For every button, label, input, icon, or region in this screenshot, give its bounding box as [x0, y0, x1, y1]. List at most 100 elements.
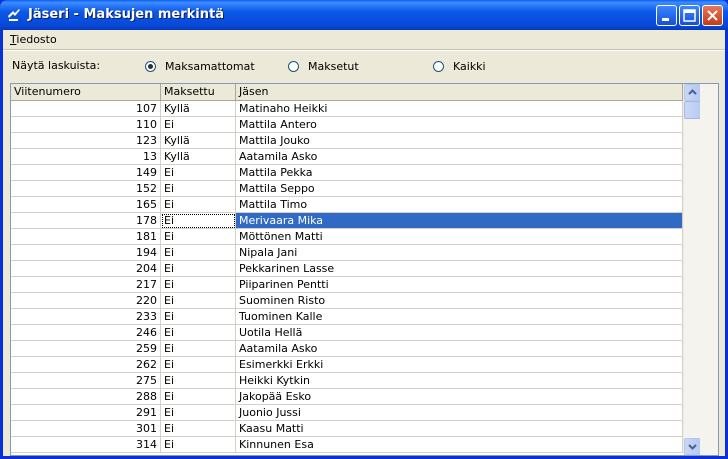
table-row[interactable]: 291 Ei Juonio Jussi	[11, 405, 683, 421]
cell-reference[interactable]: 110	[11, 117, 161, 133]
minimize-button[interactable]	[656, 5, 677, 26]
table-row[interactable]: 220 Ei Suominen Risto	[11, 293, 683, 309]
invoice-grid[interactable]: Viitenumero Maksettu Jäsen 107 Kyllä Matin…	[10, 83, 719, 456]
table-row[interactable]: 13 Kyllä Aatamila Asko	[11, 149, 683, 165]
column-header-member[interactable]: Jäsen	[236, 84, 683, 100]
table-row[interactable]: 110 Ei Mattila Antero	[11, 117, 683, 133]
maximize-button[interactable]	[679, 5, 700, 26]
radio-all[interactable]: Kaikki	[433, 59, 486, 73]
cell-member[interactable]: Matinaho Heikki	[236, 101, 683, 117]
cell-member[interactable]: Juonio Jussi	[236, 405, 683, 421]
cell-member[interactable]: Möttönen Matti	[236, 229, 683, 245]
cell-paid[interactable]: Ei	[161, 181, 236, 197]
cell-paid[interactable]: Ei	[161, 341, 236, 357]
cell-member[interactable]: Piiparinen Pentti	[236, 277, 683, 293]
cell-reference[interactable]: 194	[11, 245, 161, 261]
table-row[interactable]: 246 Ei Uotila Hellä	[11, 325, 683, 341]
cell-member[interactable]: Kaasu Matti	[236, 421, 683, 437]
cell-reference[interactable]: 165	[11, 197, 161, 213]
table-row[interactable]: 152 Ei Mattila Seppo	[11, 181, 683, 197]
cell-paid[interactable]: Ei	[161, 245, 236, 261]
cell-member[interactable]: Aatamila Asko	[236, 149, 683, 165]
table-row[interactable]: 217 Ei Piiparinen Pentti	[11, 277, 683, 293]
cell-paid[interactable]: Kyllä	[161, 101, 236, 117]
cell-reference[interactable]: 181	[11, 229, 161, 245]
cell-paid[interactable]: Ei	[161, 405, 236, 421]
cell-member[interactable]: Mattila Seppo	[236, 181, 683, 197]
cell-member[interactable]: Suominen Risto	[236, 293, 683, 309]
cell-reference[interactable]: 204	[11, 261, 161, 277]
cell-paid[interactable]: Ei	[161, 389, 236, 405]
table-row[interactable]: 275 Ei Heikki Kytkin	[11, 373, 683, 389]
cell-reference[interactable]: 246	[11, 325, 161, 341]
cell-paid[interactable]: Ei	[161, 309, 236, 325]
cell-member[interactable]: Aatamila Asko	[236, 341, 683, 357]
radio-unpaid[interactable]: Maksamattomat	[145, 59, 255, 73]
cell-reference[interactable]: 288	[11, 389, 161, 405]
cell-member[interactable]: Esimerkki Erkki	[236, 357, 683, 373]
cell-member[interactable]: Jakopää Esko	[236, 389, 683, 405]
cell-paid[interactable]: Ei	[161, 437, 236, 453]
scroll-up-button[interactable]	[684, 84, 701, 101]
cell-reference[interactable]: 13	[11, 149, 161, 165]
table-row[interactable]: 194 Ei Nipala Jani	[11, 245, 683, 261]
scroll-down-button[interactable]	[684, 438, 701, 455]
cell-member[interactable]: Kinnunen Esa	[236, 437, 683, 453]
cell-reference[interactable]: 262	[11, 357, 161, 373]
cell-reference[interactable]: 314	[11, 437, 161, 453]
cell-paid[interactable]: Kyllä	[161, 149, 236, 165]
cell-paid[interactable]: Ei	[161, 277, 236, 293]
cell-member[interactable]: Nipala Jani	[236, 245, 683, 261]
cell-reference[interactable]: 291	[11, 405, 161, 421]
cell-paid[interactable]: Ei	[161, 229, 236, 245]
table-row[interactable]: 288 Ei Jakopää Esko	[11, 389, 683, 405]
menu-file[interactable]: Tiedosto	[10, 33, 57, 46]
cell-paid[interactable]: Ei	[161, 117, 236, 133]
cell-paid[interactable]: Ei	[161, 421, 236, 437]
cell-paid[interactable]: Ei	[161, 213, 236, 229]
radio-paid[interactable]: Maksetut	[288, 59, 359, 73]
cell-member[interactable]: Mattila Pekka	[236, 165, 683, 181]
cell-paid[interactable]: Ei	[161, 357, 236, 373]
column-header-paid[interactable]: Maksettu	[161, 84, 236, 100]
cell-member[interactable]: Tuominen Kalle	[236, 309, 683, 325]
cell-reference[interactable]: 149	[11, 165, 161, 181]
table-row[interactable]: 262 Ei Esimerkki Erkki	[11, 357, 683, 373]
cell-reference[interactable]: 259	[11, 341, 161, 357]
cell-member[interactable]: Mattila Antero	[236, 117, 683, 133]
cell-paid[interactable]: Kyllä	[161, 133, 236, 149]
cell-member[interactable]: Pekkarinen Lasse	[236, 261, 683, 277]
table-row[interactable]: 301 Ei Kaasu Matti	[11, 421, 683, 437]
table-row[interactable]: 123 Kyllä Mattila Jouko	[11, 133, 683, 149]
radio-unpaid-dot[interactable]	[145, 60, 156, 72]
cell-reference[interactable]: 152	[11, 181, 161, 197]
table-row[interactable]: 149 Ei Mattila Pekka	[11, 165, 683, 181]
cell-paid[interactable]: Ei	[161, 293, 236, 309]
radio-paid-dot[interactable]	[288, 60, 299, 72]
vertical-scrollbar[interactable]	[683, 84, 701, 455]
table-row[interactable]: 178 Ei Merivaara Mika	[11, 213, 683, 229]
table-row[interactable]: 181 Ei Möttönen Matti	[11, 229, 683, 245]
title-bar[interactable]: Jäseri - Maksujen merkintä	[0, 0, 728, 30]
cell-reference[interactable]: 178	[11, 213, 161, 229]
cell-reference[interactable]: 233	[11, 309, 161, 325]
table-row[interactable]: 204 Ei Pekkarinen Lasse	[11, 261, 683, 277]
table-row[interactable]: 165 Ei Mattila Timo	[11, 197, 683, 213]
cell-reference[interactable]: 301	[11, 421, 161, 437]
cell-paid[interactable]: Ei	[161, 325, 236, 341]
cell-reference[interactable]: 107	[11, 101, 161, 117]
cell-paid[interactable]: Ei	[161, 165, 236, 181]
table-row[interactable]: 314 Ei Kinnunen Esa	[11, 437, 683, 453]
table-row[interactable]: 259 Ei Aatamila Asko	[11, 341, 683, 357]
cell-member[interactable]: Mattila Jouko	[236, 133, 683, 149]
table-row[interactable]: 233 Ei Tuominen Kalle	[11, 309, 683, 325]
column-header-reference[interactable]: Viitenumero	[11, 84, 161, 100]
radio-all-dot[interactable]	[433, 60, 444, 72]
cell-paid[interactable]: Ei	[161, 373, 236, 389]
cell-reference[interactable]: 275	[11, 373, 161, 389]
cell-paid[interactable]: Ei	[161, 261, 236, 277]
table-row[interactable]: 107 Kyllä Matinaho Heikki	[11, 101, 683, 117]
scroll-thumb[interactable]	[684, 101, 701, 119]
cell-member[interactable]: Merivaara Mika	[236, 213, 683, 229]
cell-reference[interactable]: 217	[11, 277, 161, 293]
